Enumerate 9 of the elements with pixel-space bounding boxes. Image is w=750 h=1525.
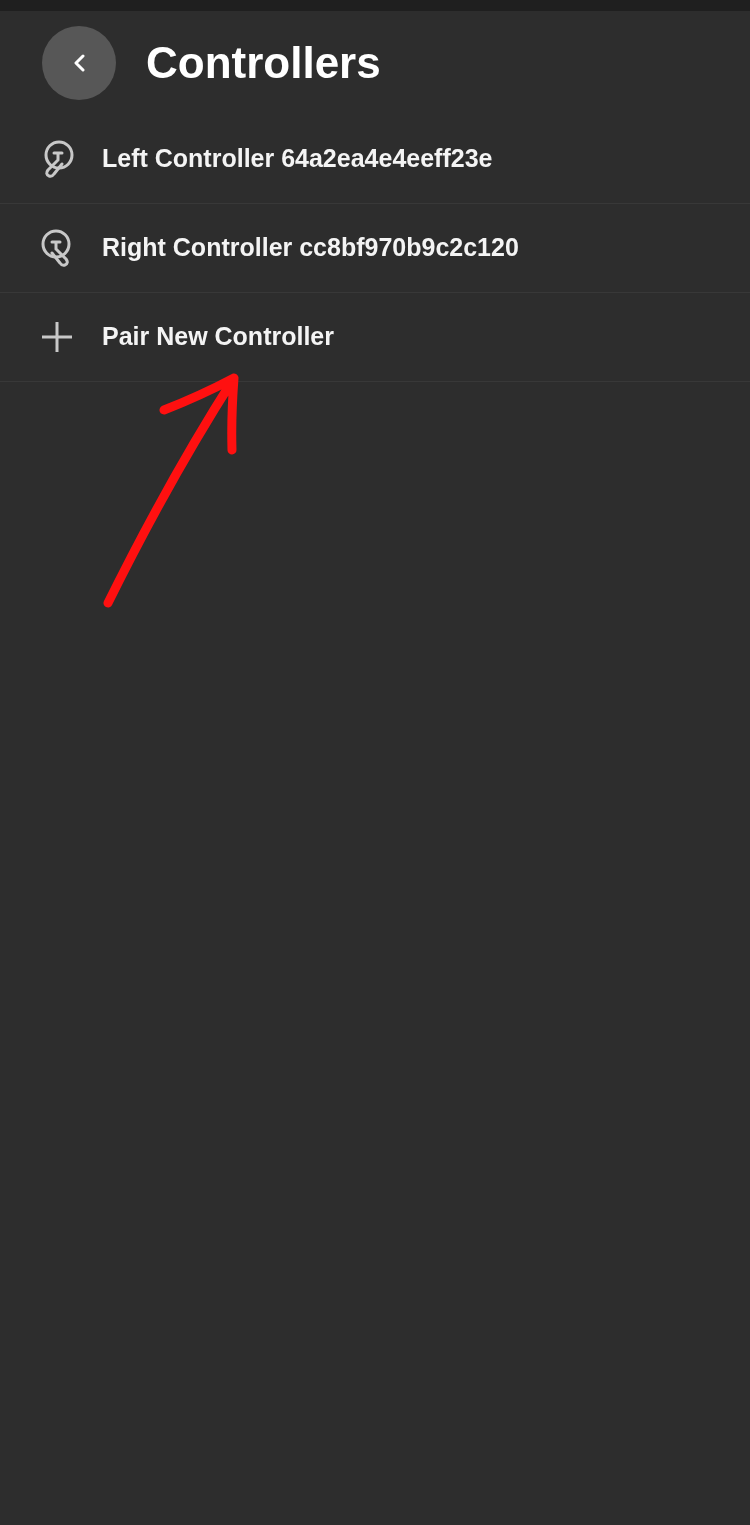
list-item[interactable]: Pair New Controller	[0, 293, 750, 382]
item-label: Left Controller 64a2ea4e4eeff23e	[102, 143, 493, 175]
item-label: Pair New Controller	[102, 321, 334, 353]
list-item[interactable]: Right Controller cc8bf970b9c2c120	[0, 204, 750, 293]
page-title: Controllers	[146, 38, 381, 88]
list-item[interactable]: Left Controller 64a2ea4e4eeff23e	[0, 115, 750, 204]
item-label: Right Controller cc8bf970b9c2c120	[102, 232, 519, 264]
plus-icon	[41, 321, 73, 353]
back-chevron-icon	[73, 54, 85, 72]
